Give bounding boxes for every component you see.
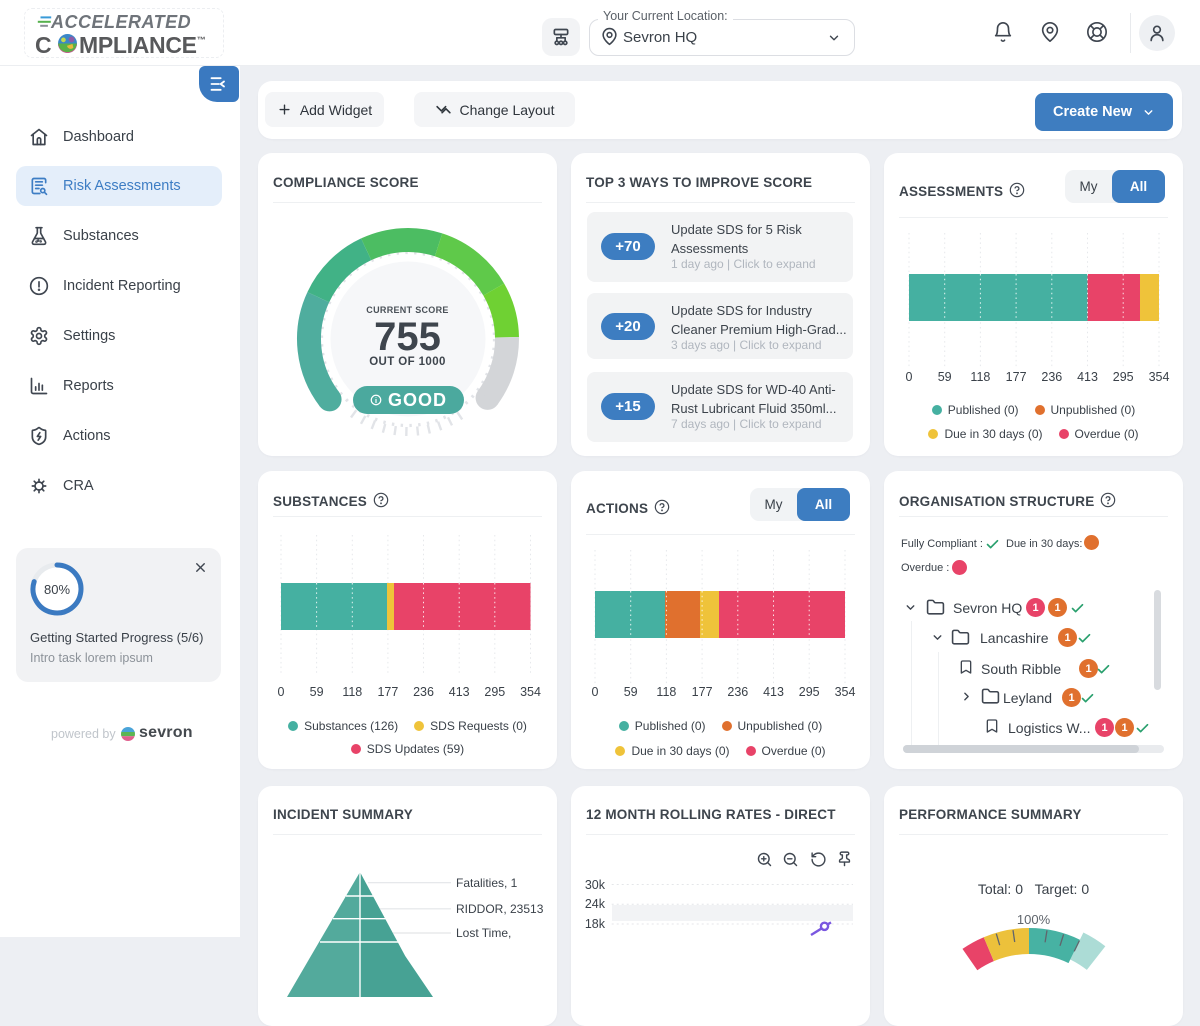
svg-text:80%: 80% — [44, 582, 70, 597]
